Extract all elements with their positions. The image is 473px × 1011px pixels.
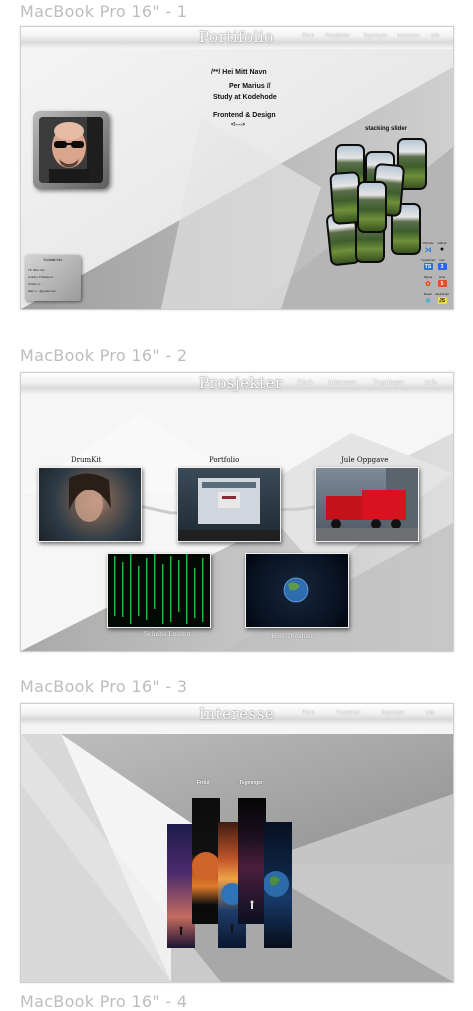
project-card-scimba[interactable] — [107, 553, 211, 628]
category-tegninger[interactable]: Tegninger — [239, 780, 263, 786]
contact-mail[interactable]: Mail: e...@gmail.com — [28, 289, 56, 293]
navbar: Interesse Pitch Prosjekter Tegninger inf… — [21, 704, 453, 726]
skill-typescript: TypeScript TS — [421, 258, 436, 270]
avatar — [33, 111, 109, 189]
project-title-drumkit: DrumKit — [71, 456, 102, 464]
javascript-icon: JS — [437, 297, 447, 304]
gallery-strip[interactable] — [264, 822, 292, 948]
contact-title: Kontakt Info — [43, 258, 63, 262]
slider-card[interactable] — [357, 181, 387, 233]
figma-icon: ✿ — [425, 280, 431, 288]
skill-github: Github ● — [437, 241, 447, 253]
gallery-strip[interactable] — [192, 798, 220, 924]
nav-prosjekter[interactable]: Prosjekter — [325, 33, 350, 39]
project-title-host: Høst Oppgave — [271, 633, 315, 640]
project-card-host[interactable] — [245, 553, 349, 628]
nav-interesse[interactable]: Interesse — [397, 33, 420, 39]
project-title-scimba: Scimba Læring — [144, 631, 191, 638]
host-image — [283, 577, 309, 603]
frame-label-2: MacBook Pro 16" - 2 — [20, 346, 188, 365]
slider-title: stacking slider — [365, 126, 408, 132]
nav-title: Prosjekter — [199, 374, 283, 392]
nav-interesse[interactable]: Interesse — [328, 379, 356, 386]
skill-css: Css 3 — [437, 258, 447, 270]
nav-pitch[interactable]: Pitch — [297, 379, 313, 386]
skill-figma: Figma ✿ — [423, 275, 433, 288]
avatar-photo — [39, 117, 103, 183]
nav-tegninger[interactable]: Tegninger — [363, 33, 387, 39]
frame-portfolio: Portifolio Pitch Prosjekter Tegninger In… — [20, 26, 454, 310]
intro-line-1: /**/ Hei Mitt Navn — [211, 69, 267, 76]
frame-prosjekter: Prosjekter Pitch Interesse Tegninger inf… — [20, 372, 454, 652]
html-icon: 5 — [437, 280, 447, 287]
nav-tegninger[interactable]: Tegninger — [381, 710, 405, 716]
portfolio-image — [178, 478, 280, 541]
contact-linkedin[interactable]: Linkdin: P.Marius.F — [28, 275, 53, 279]
frame-label-3: MacBook Pro 16" - 3 — [20, 677, 188, 696]
globe-image — [264, 871, 289, 897]
planet-image — [192, 852, 220, 880]
skill-vscode: VSCode ⋊ — [422, 241, 434, 254]
skill-javascript: JavaScript JS — [435, 292, 450, 304]
typescript-icon: TS — [423, 263, 433, 270]
contact-github[interactable]: Github: p... — [28, 282, 43, 286]
frame-interesse: Interesse Pitch Prosjekter Tegninger inf… — [20, 703, 454, 983]
css-icon: 3 — [437, 263, 447, 270]
skill-react: React ⚛ — [424, 292, 432, 305]
nav-info[interactable]: info — [426, 710, 435, 716]
drumkit-image — [69, 473, 111, 522]
navbar: Portifolio Pitch Prosjekter Tegninger In… — [21, 27, 453, 49]
vscode-icon: ⋊ — [424, 246, 432, 254]
nav-title: Interesse — [199, 705, 275, 723]
frame-label-1: MacBook Pro 16" - 1 — [20, 2, 188, 21]
nav-title: Portifolio — [199, 28, 274, 46]
scimba-image — [114, 554, 204, 624]
portrait-icon — [39, 117, 103, 183]
gallery-strip[interactable] — [238, 798, 266, 924]
navbar: Prosjekter Pitch Interesse Tegninger inf… — [21, 373, 453, 395]
category-fritid[interactable]: Fritid — [197, 780, 210, 786]
nav-info[interactable]: info — [425, 379, 437, 386]
nav-pitch[interactable]: Pitch — [302, 710, 314, 716]
github-icon: ● — [439, 246, 445, 253]
jule-image — [316, 468, 418, 541]
intro-line-4: Frontend & Design — [213, 112, 276, 119]
skill-html: Html 5 — [437, 275, 447, 287]
nav-info[interactable]: info — [431, 33, 440, 39]
nav-tegninger[interactable]: Tegninger — [373, 379, 404, 386]
contact-card: Kontakt Info Tlf: 99xx 0xx Linkdin: P.Ma… — [25, 255, 81, 301]
intro-line-2: Per Marius // — [229, 83, 271, 90]
nav-pitch[interactable]: Pitch — [302, 33, 314, 39]
contact-phone: Tlf: 99xx 0xx — [28, 268, 45, 272]
react-icon: ⚛ — [424, 297, 432, 305]
project-title-portfolio: Portfolio — [209, 456, 240, 464]
gallery-strip[interactable] — [167, 824, 195, 948]
project-card-drumkit[interactable] — [38, 467, 142, 542]
silhouette-image — [250, 900, 254, 909]
project-title-jule: Jule Oppgave — [341, 456, 389, 464]
silhouette-image — [179, 926, 183, 935]
project-card-jule[interactable] — [315, 467, 419, 542]
project-card-portfolio[interactable] — [177, 467, 281, 542]
nav-prosjekter[interactable]: Prosjekter — [336, 710, 361, 716]
intro-line-3: Study at Kodehode — [213, 94, 277, 101]
intro-line-5: <!----> — [231, 122, 246, 128]
